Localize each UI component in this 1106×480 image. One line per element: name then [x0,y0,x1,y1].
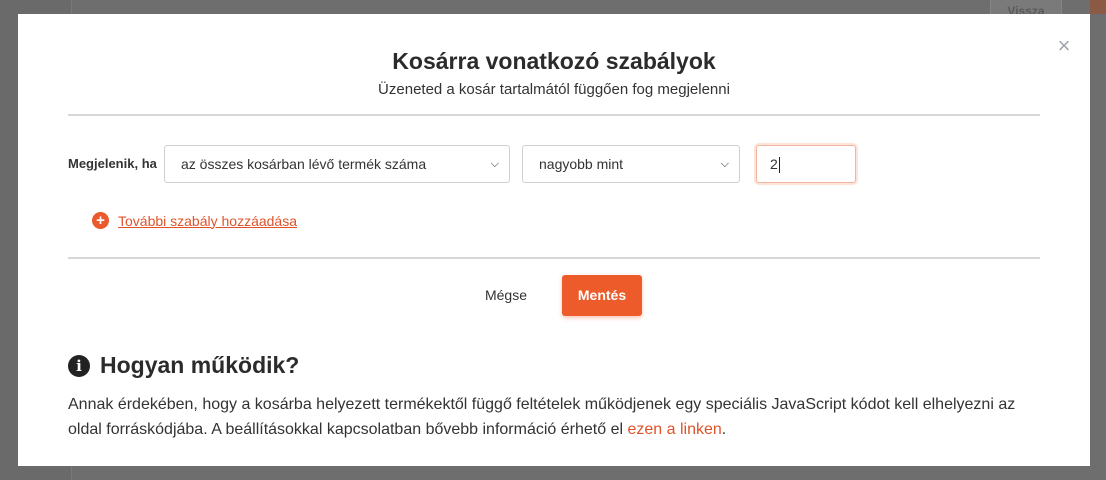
background-accent-corner [1090,0,1106,14]
modal-title: Kosárra vonatkozó szabályok [392,48,716,74]
divider-bottom [68,257,1040,259]
rule-label: Megjelenik, ha [68,156,157,171]
rule-value-text: 2 [770,156,778,172]
chevron-down-icon: ⌵ [720,158,729,170]
cancel-button[interactable]: Mégse [470,275,542,315]
how-it-works-trailing: . [721,421,727,438]
cart-rules-modal: × Kosárra vonatkozó szabályok Üzeneted a… [18,14,1090,466]
rule-field-select[interactable]: az összes kosárban lévő termék száma ⌵ [164,145,510,183]
modal-subtitle: Üzeneted a kosár tartalmától függően fog… [378,81,730,98]
rule-field-select-value: az összes kosárban lévő termék száma [181,156,427,172]
how-it-works-body: Annak érdekében, hogy a kosárba helyezet… [68,392,1028,442]
text-caret [778,157,780,174]
how-it-works-heading: i Hogyan működik? [68,352,299,379]
chevron-down-icon: ⌵ [490,158,499,170]
background-back-button: Vissza [990,0,1062,14]
how-it-works-text: Annak érdekében, hogy a kosárba helyezet… [68,396,1016,438]
save-button[interactable]: Mentés [562,275,642,316]
rule-value-input[interactable]: 2 [756,145,856,183]
how-it-works-title: Hogyan működik? [100,352,300,378]
info-circle-icon: i [68,354,90,377]
docs-link[interactable]: ezen a linken [627,421,721,438]
divider-top [68,114,1040,116]
add-rule-label: További szabály hozzáadása [118,212,298,229]
add-rule-link[interactable]: + További szabály hozzáadása [92,212,297,229]
rule-operator-select[interactable]: nagyobb mint ⌵ [522,145,740,183]
rule-operator-select-value: nagyobb mint [539,156,624,172]
plus-circle-icon: + [92,212,109,229]
